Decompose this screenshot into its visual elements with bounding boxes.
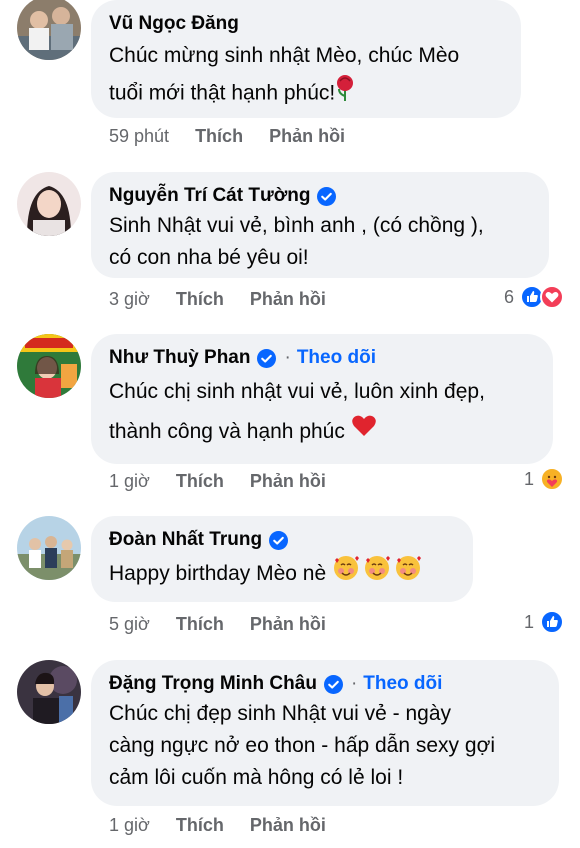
avatar[interactable] <box>17 0 81 60</box>
rose-emoji-icon <box>335 74 355 114</box>
timestamp[interactable]: 1 giờ <box>109 815 150 836</box>
comment-bubble: Đặng Trọng Minh Châu · Theo dõi Chúc chị… <box>91 660 559 806</box>
author-name[interactable]: Vũ Ngọc Đăng <box>109 12 239 36</box>
separator-dot: · <box>284 347 291 368</box>
avatar[interactable] <box>17 334 81 398</box>
reaction-summary[interactable]: 1 <box>524 467 564 491</box>
like-icon <box>540 610 564 634</box>
comment-text: Chúc chị sinh nhật vui vẻ, luôn xinh đẹp… <box>109 372 535 452</box>
comment-meta: 5 giờ Thích Phản hồi <box>109 614 326 635</box>
author-name[interactable]: Đặng Trọng Minh Châu <box>109 672 317 696</box>
timestamp[interactable]: 59 phút <box>109 126 169 147</box>
author-name[interactable]: Như Thuỳ Phan <box>109 346 250 370</box>
reaction-count: 6 <box>503 286 514 307</box>
author-name[interactable]: Đoàn Nhất Trung <box>109 528 262 552</box>
verified-badge-icon <box>269 530 289 550</box>
comment-text: Chúc chị đẹp sinh Nhật vui vẻ - ngày càn… <box>109 702 496 789</box>
comment-meta: 1 giờ Thích Phản hồi <box>109 815 326 836</box>
comment-text: Chúc mừng sinh nhật Mèo, chúc Mèo tuổi m… <box>109 38 503 114</box>
avatar[interactable] <box>17 172 81 236</box>
like-button[interactable]: Thích <box>176 471 224 492</box>
reaction-count: 1 <box>523 611 534 632</box>
reply-button[interactable]: Phản hồi <box>250 815 326 836</box>
verified-badge-icon <box>257 348 277 368</box>
comment-bubble: Vũ Ngọc Đăng Chúc mừng sinh nhật Mèo, ch… <box>91 0 521 118</box>
reply-button[interactable]: Phản hồi <box>269 126 345 147</box>
like-button[interactable]: Thích <box>176 289 224 310</box>
reply-button[interactable]: Phản hồi <box>250 289 326 310</box>
like-button[interactable]: Thích <box>195 126 243 147</box>
separator-dot: · <box>350 673 358 694</box>
comment-text: Sinh Nhật vui vẻ, bình anh , (có chồng )… <box>109 214 484 269</box>
reaction-summary[interactable]: 6 <box>504 285 564 309</box>
timestamp[interactable]: 5 giờ <box>109 614 150 635</box>
smiling-face-with-hearts-icon <box>332 554 422 595</box>
reaction-summary[interactable]: 1 <box>524 610 564 634</box>
avatar[interactable] <box>17 516 81 580</box>
verified-badge-icon <box>323 674 343 694</box>
timestamp[interactable]: 3 giờ <box>109 289 150 310</box>
like-button[interactable]: Thích <box>176 614 224 635</box>
care-icon <box>540 467 564 491</box>
timestamp[interactable]: 1 giờ <box>109 471 150 492</box>
follow-link[interactable]: Theo dõi <box>297 346 376 370</box>
comment-meta: 1 giờ Thích Phản hồi <box>109 471 326 492</box>
verified-badge-icon <box>317 186 337 206</box>
comment-bubble: Đoàn Nhất Trung Happy birthday Mèo nè <box>91 516 473 602</box>
reply-button[interactable]: Phản hồi <box>250 471 326 492</box>
reaction-count: 1 <box>523 468 534 489</box>
comment-meta: 3 giờ Thích Phản hồi <box>109 289 326 310</box>
author-name[interactable]: Nguyễn Trí Cát Tường <box>109 184 310 208</box>
love-icon <box>540 285 564 309</box>
comment-text: Happy birthday Mèo nè <box>109 554 455 595</box>
avatar[interactable] <box>17 660 81 724</box>
comment-meta: 59 phút Thích Phản hồi <box>109 126 345 147</box>
comment-bubble: Nguyễn Trí Cát Tường Sinh Nhật vui vẻ, b… <box>91 172 549 278</box>
like-button[interactable]: Thích <box>176 815 224 836</box>
red-heart-emoji-icon <box>351 412 377 452</box>
comment-bubble: Như Thuỳ Phan · Theo dõi Chúc chị sinh n… <box>91 334 553 464</box>
reply-button[interactable]: Phản hồi <box>250 614 326 635</box>
follow-link[interactable]: Theo dõi <box>363 672 442 696</box>
